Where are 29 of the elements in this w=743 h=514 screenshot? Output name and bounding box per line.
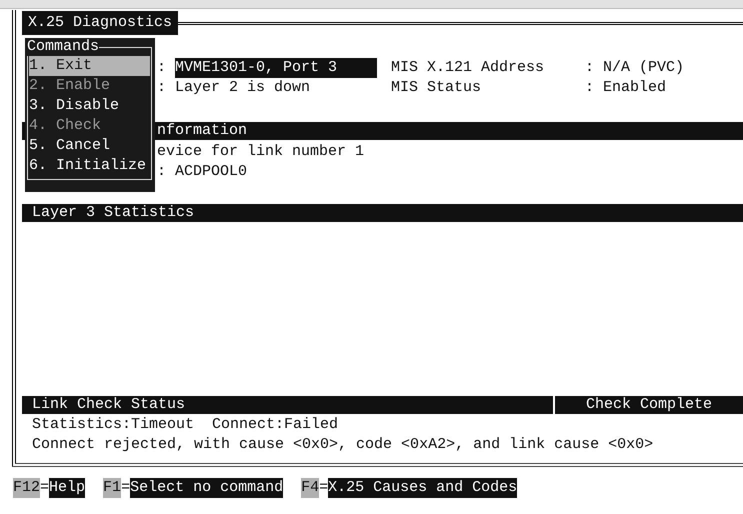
key-separator: = <box>319 478 328 498</box>
field-value: : Enabled <box>585 78 668 98</box>
field-label: MIS X.121 Address <box>391 58 546 78</box>
menu-title: Commands <box>27 38 100 56</box>
key-action[interactable]: X.25 Causes and Codes <box>328 478 518 498</box>
field-value: : N/A (PVC) <box>585 58 686 78</box>
window-title: X.25 Diagnostics <box>22 11 178 35</box>
status-line: Connect rejected, with cause <0x0>, code <0xA2>, and link cause <0x0> <box>32 435 654 455</box>
field-separator: : <box>157 58 168 78</box>
info-line: : ACDPOOL0 <box>157 162 248 182</box>
key-label[interactable]: F1 <box>103 478 122 498</box>
field-separator: : <box>157 78 168 98</box>
section-header: Link Check Status <box>22 396 553 414</box>
key-label[interactable]: F12 <box>13 478 40 498</box>
field-value: MVME1301-0, Port 3 <box>175 58 378 78</box>
menu-item[interactable]: 6. Initialize <box>29 156 150 176</box>
field-label: MIS Status <box>391 78 482 98</box>
key-action[interactable]: Help <box>49 478 86 498</box>
key-separator: = <box>121 478 130 498</box>
key-action[interactable]: Select no command <box>130 478 284 498</box>
key-label[interactable]: F4 <box>301 478 320 498</box>
menu-item[interactable]: 3. Disable <box>29 96 150 116</box>
section-header: Layer 3 Statistics <box>22 204 743 222</box>
field-value: Layer 2 is down <box>175 78 310 98</box>
key-separator: = <box>40 478 50 498</box>
info-line: evice for link number 1 <box>157 142 364 162</box>
status-line: Statistics:Timeout Connect:Failed <box>32 415 338 435</box>
check-result: Check Complete <box>555 396 743 414</box>
menu-item[interactable]: 1. Exit <box>29 56 150 76</box>
